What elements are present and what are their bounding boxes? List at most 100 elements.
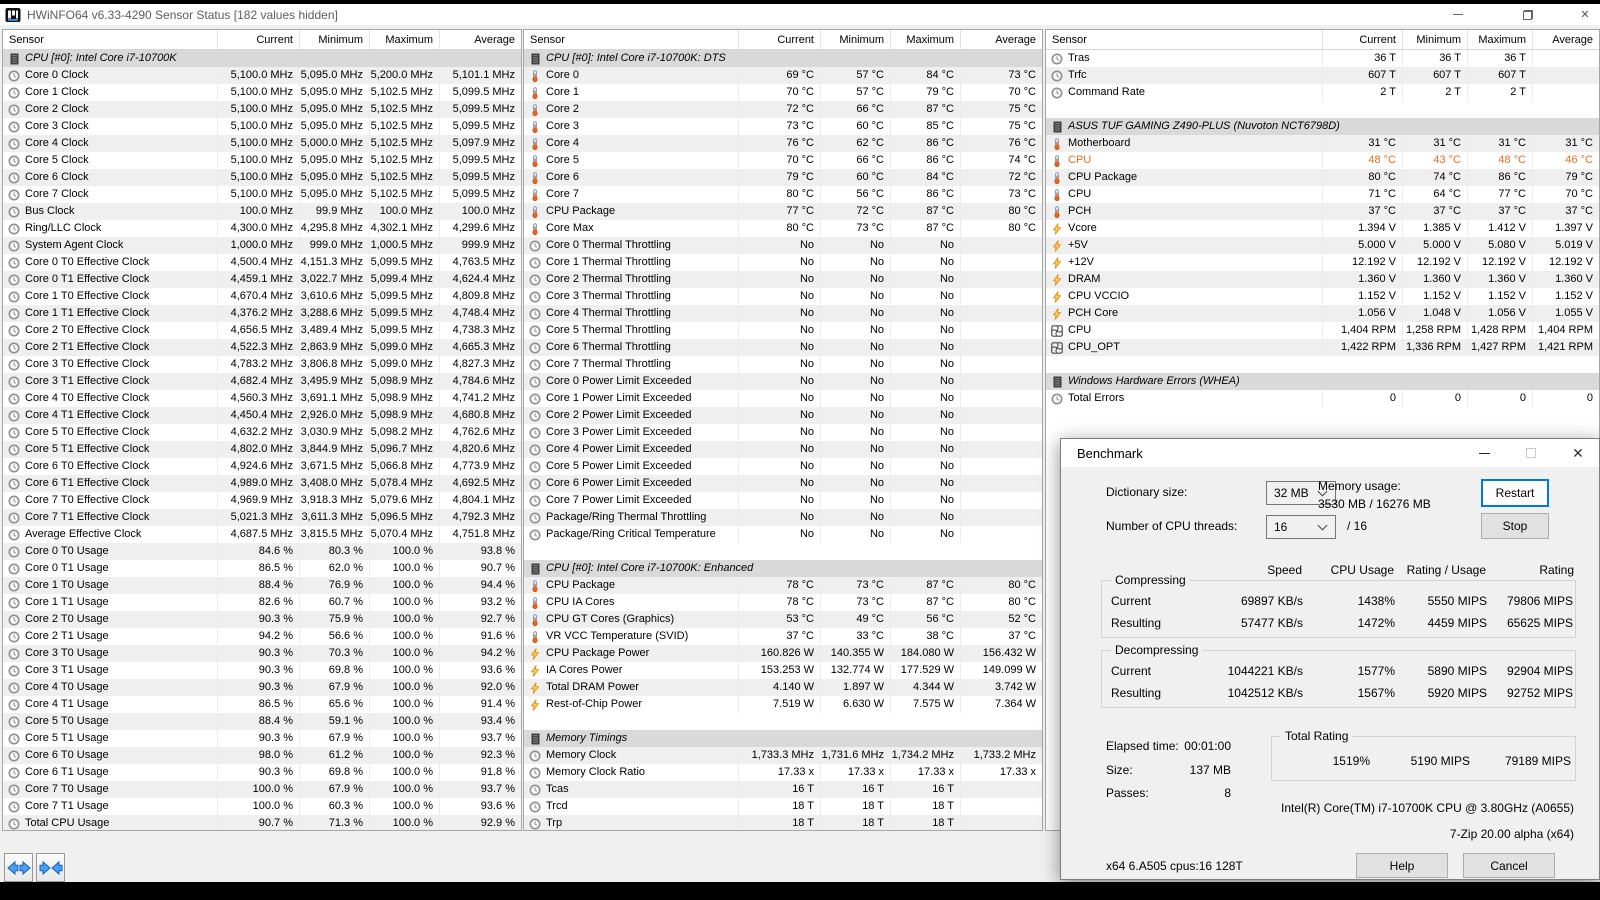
stop-button[interactable]: Stop [1481, 513, 1549, 539]
sensor-row[interactable]: Core 0 Clock 5,100.0 MHz 5,095.0 MHz 5,200.… [3, 67, 521, 84]
sensor-row[interactable]: Core 5 70 °C 66 °C 86 °C 74 °C [524, 152, 1042, 169]
sensor-row[interactable]: Package/Ring Critical Temperature No No No [524, 526, 1042, 543]
expand-columns-button[interactable] [4, 853, 33, 882]
sensor-row[interactable]: Core 4 Clock 5,100.0 MHz 5,000.0 MHz 5,102.… [3, 135, 521, 152]
sensor-row[interactable]: Core 1 T1 Usage 82.6 % 60.7 % 100.0 % 93.2 % [3, 594, 521, 611]
sensor-row[interactable]: Core 1 T1 Effective Clock 4,376.2 MHz 3,28… [3, 305, 521, 322]
sensor-row[interactable]: Trfc 607 T 607 T 607 T [1046, 67, 1599, 84]
sensor-row[interactable]: Total CPU Usage 90.7 % 71.3 % 100.0 % 92.9 % [3, 815, 521, 830]
sensor-row[interactable]: IA Cores Power 153.253 W 132.774 W 177.529 … [524, 662, 1042, 679]
sensor-row[interactable]: Core 5 Power Limit Exceeded No No No [524, 458, 1042, 475]
column-header-minimum[interactable]: Minimum [1402, 30, 1467, 49]
sensor-row[interactable]: Core 0 T1 Effective Clock 4,459.1 MHz 3,02… [3, 271, 521, 288]
sensor-row[interactable]: VR VCC Temperature (SVID) 37 °C 33 °C 38 °C… [524, 628, 1042, 645]
sensor-row[interactable]: CPU VCCIO 1.152 V 1.152 V 1.152 V 1.152 V [1046, 288, 1599, 305]
sensor-row[interactable]: Core 3 T0 Usage 90.3 % 70.3 % 100.0 % 94.2 % [3, 645, 521, 662]
restore-button[interactable] [1513, 4, 1543, 25]
column-header-maximum[interactable]: Maximum [369, 30, 439, 49]
sensor-row[interactable]: Core 3 73 °C 60 °C 85 °C 75 °C [524, 118, 1042, 135]
sensor-row[interactable]: Core 1 Power Limit Exceeded No No No [524, 390, 1042, 407]
sensor-row[interactable]: Core 3 T1 Effective Clock 4,682.4 MHz 3,49… [3, 373, 521, 390]
sensor-row[interactable]: Core 6 T1 Effective Clock 4,989.0 MHz 3,40… [3, 475, 521, 492]
benchmark-titlebar[interactable]: Benchmark ✕ [1061, 439, 1599, 467]
sensor-row[interactable]: Rest-of-Chip Power 7.519 W 6.630 W 7.575 W7… [524, 696, 1042, 713]
column-header-maximum[interactable]: Maximum [1467, 30, 1532, 49]
benchmark-close-button[interactable]: ✕ [1563, 439, 1593, 467]
sensor-row[interactable]: Total Errors 0 0 0 0 [1046, 390, 1599, 407]
column-header-current[interactable]: Current [738, 30, 820, 49]
sensor-row[interactable]: PCH 37 °C 37 °C 37 °C 37 °C [1046, 203, 1599, 220]
sensor-row[interactable]: Motherboard 31 °C 31 °C 31 °C 31 °C [1046, 135, 1599, 152]
sensor-row[interactable]: Command Rate 2 T2 T2 T [1046, 84, 1599, 101]
sensor-row[interactable]: CPU_OPT 1,422 RPM 1,336 RPM 1,427 RPM 1,421 … [1046, 339, 1599, 356]
column-header-average[interactable]: Average [1532, 30, 1599, 49]
sensor-row[interactable]: Core 4 Thermal Throttling No No No [524, 305, 1042, 322]
sensor-row[interactable]: CPU Package Power 160.826 W 140.355 W 184.0… [524, 645, 1042, 662]
sensor-row[interactable]: Core 6 T0 Effective Clock 4,924.6 MHz 3,67… [3, 458, 521, 475]
cpu-threads-select[interactable]: 16 [1266, 515, 1336, 539]
sensor-row[interactable]: +12V 12.192 V 12.192 V 12.192 V 12.192 V [1046, 254, 1599, 271]
column-header-current[interactable]: Current [1322, 30, 1402, 49]
sensor-row[interactable]: Memory Clock Ratio 17.33 x 17.33 x 17.33 x1… [524, 764, 1042, 781]
column-header-maximum[interactable]: Maximum [890, 30, 960, 49]
sensor-row[interactable]: CPU IA Cores 78 °C 73 °C 87 °C 80 °C [524, 594, 1042, 611]
sensor-row[interactable]: Tcas 16 T 16 T 16 T [524, 781, 1042, 798]
sensor-row[interactable]: Core 5 Thermal Throttling No No No [524, 322, 1042, 339]
sensor-row[interactable]: Core 0 T0 Usage 84.6 % 80.3 % 100.0 % 93.8 % [3, 543, 521, 560]
sensor-row[interactable]: Core 2 Thermal Throttling No No No [524, 271, 1042, 288]
sensor-row[interactable]: CPU 48 °C 43 °C 48 °C 46 °C [1046, 152, 1599, 169]
sensor-row[interactable]: Core 7 T1 Effective Clock 5,021.3 MHz 3,61… [3, 509, 521, 526]
section-row[interactable]: ASUS TUF GAMING Z490-PLUS (Nuvoton NCT67… [1046, 118, 1599, 135]
sensor-row[interactable]: Core 6 T0 Usage 98.0 % 61.2 % 100.0 % 92.3 % [3, 747, 521, 764]
sensor-row[interactable]: Core 4 T0 Usage 90.3 % 67.9 % 100.0 % 92.0 % [3, 679, 521, 696]
sensor-row[interactable]: Vcore 1.394 V 1.385 V 1.412 V 1.397 V [1046, 220, 1599, 237]
sensor-row[interactable]: DRAM 1.360 V 1.360 V 1.360 V 1.360 V [1046, 271, 1599, 288]
sensor-row[interactable]: Core 6 79 °C 60 °C 84 °C 72 °C [524, 169, 1042, 186]
sensor-row[interactable]: Core 1 T0 Usage 88.4 % 76.9 % 100.0 % 94.4 % [3, 577, 521, 594]
sensor-row[interactable]: Core 2 72 °C 66 °C 87 °C 75 °C [524, 101, 1042, 118]
sensor-row[interactable]: Core 4 76 °C 62 °C 86 °C 76 °C [524, 135, 1042, 152]
section-row[interactable]: CPU [#0]: Intel Core i7-10700K: DTS [524, 50, 1042, 67]
sensor-row[interactable]: Core 3 Thermal Throttling No No No [524, 288, 1042, 305]
sensor-row[interactable]: Core 7 Clock 5,100.0 MHz 5,095.0 MHz 5,102.… [3, 186, 521, 203]
sensor-row[interactable]: CPU Package 78 °C 73 °C 87 °C 80 °C [524, 577, 1042, 594]
sensor-row[interactable]: Core 4 T1 Usage 86.5 % 65.6 % 100.0 % 91.4 % [3, 696, 521, 713]
sensor-row[interactable]: Core 7 Power Limit Exceeded No No No [524, 492, 1042, 509]
cancel-button[interactable]: Cancel [1463, 853, 1555, 878]
sensor-row[interactable]: Core 5 T1 Effective Clock 4,802.0 MHz 3,84… [3, 441, 521, 458]
column-header-current[interactable]: Current [217, 30, 299, 49]
sensor-row[interactable]: Core 2 T0 Effective Clock 4,656.5 MHz 3,48… [3, 322, 521, 339]
sensor-row[interactable]: Core 6 T1 Usage 90.3 % 69.8 % 100.0 % 91.8 % [3, 764, 521, 781]
sensor-row[interactable]: Core 3 T1 Usage 90.3 % 69.8 % 100.0 % 93.6 % [3, 662, 521, 679]
sensor-row[interactable]: Core 7 T0 Usage 100.0 % 67.9 % 100.0 % 93.7 … [3, 781, 521, 798]
close-button[interactable]: ✕ [1570, 4, 1600, 25]
section-row[interactable]: CPU [#0]: Intel Core i7-10700K [3, 50, 521, 67]
sensor-row[interactable]: Core 2 T1 Effective Clock 4,522.3 MHz 2,86… [3, 339, 521, 356]
sensor-row[interactable]: Core 1 70 °C 57 °C 79 °C 70 °C [524, 84, 1042, 101]
sensor-row[interactable]: Core 7 T1 Usage 100.0 % 60.3 % 100.0 % 93.6 … [3, 798, 521, 815]
hwinfo-titlebar[interactable]: HWiNFO64 v6.33-4290 Sensor Status [182 v… [0, 4, 1600, 25]
sensor-row[interactable]: Tras 36 T 36 T 36 T [1046, 50, 1599, 67]
sensor-row[interactable]: Core 2 Clock 5,100.0 MHz 5,095.0 MHz 5,102.… [3, 101, 521, 118]
sensor-row[interactable]: Core 1 Clock 5,100.0 MHz 5,095.0 MHz 5,102.… [3, 84, 521, 101]
help-button[interactable]: Help [1356, 853, 1448, 878]
sensor-row[interactable]: Total DRAM Power 4.140 W 1.897 W 4.344 W 3.7… [524, 679, 1042, 696]
column-header-minimum[interactable]: Minimum [299, 30, 369, 49]
sensor-row[interactable]: Core 5 T1 Usage 90.3 % 67.9 % 100.0 % 93.7 % [3, 730, 521, 747]
sensor-row[interactable]: Ring/LLC Clock 4,300.0 MHz 4,295.8 MHz 4,30… [3, 220, 521, 237]
column-header-average[interactable]: Average [439, 30, 521, 49]
sensor-row[interactable]: Core 0 69 °C 57 °C 84 °C 73 °C [524, 67, 1042, 84]
sensor-row[interactable]: Core 3 T0 Effective Clock 4,783.2 MHz 3,80… [3, 356, 521, 373]
section-row[interactable]: Windows Hardware Errors (WHEA) [1046, 373, 1599, 390]
sensor-row[interactable]: Core 4 T0 Effective Clock 4,560.3 MHz 3,69… [3, 390, 521, 407]
sensor-row[interactable]: Package/Ring Thermal Throttling No No No [524, 509, 1042, 526]
sensor-row[interactable]: Core 7 Thermal Throttling No No No [524, 356, 1042, 373]
restart-button[interactable]: Restart [1481, 479, 1549, 507]
section-row[interactable]: CPU [#0]: Intel Core i7-10700K: Enhanced [524, 560, 1042, 577]
sensor-row[interactable]: Core 1 Thermal Throttling No No No [524, 254, 1042, 271]
collapse-columns-button[interactable] [36, 853, 65, 882]
sensor-row[interactable]: PCH Core 1.056 V 1.048 V 1.056 V 1.055 V [1046, 305, 1599, 322]
sensor-row[interactable]: Memory Clock 1,733.3 MHz 1,731.6 MHz 1,734.… [524, 747, 1042, 764]
sensor-row[interactable]: Core 6 Thermal Throttling No No No [524, 339, 1042, 356]
sensor-row[interactable]: Core 6 Power Limit Exceeded No No No [524, 475, 1042, 492]
